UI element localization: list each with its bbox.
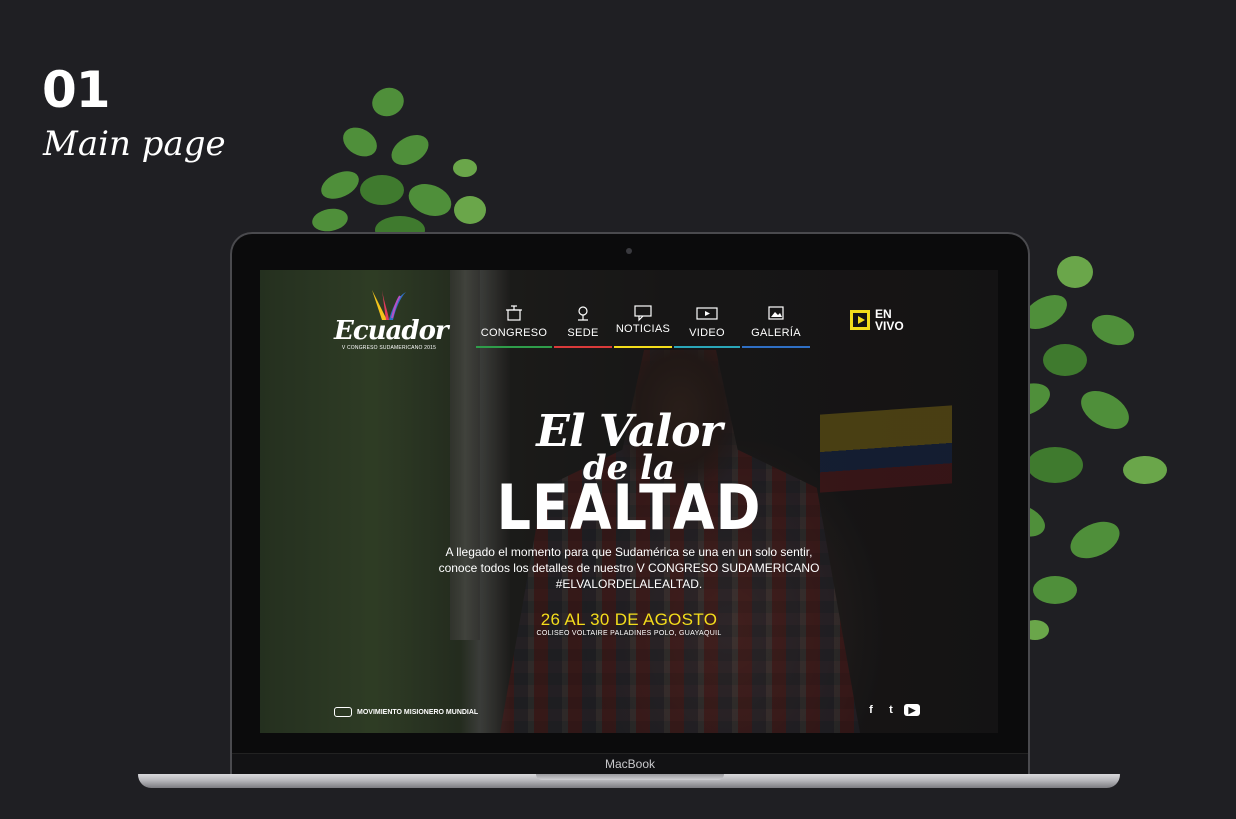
hero-description-line: conoce todos los detalles de nuestro V C… bbox=[438, 561, 820, 575]
nav-item-video[interactable]: VIDEO bbox=[674, 304, 740, 348]
section-number: 01 bbox=[42, 61, 111, 119]
nav-item-noticias[interactable]: NOTICIAS bbox=[614, 304, 672, 348]
logo-wordmark: Ecuador bbox=[334, 316, 449, 346]
nav-item-galeria[interactable]: GALERÍA bbox=[742, 304, 810, 348]
twitter-icon[interactable]: t bbox=[884, 704, 898, 716]
image-icon bbox=[768, 306, 784, 320]
nav-label: SEDE bbox=[567, 327, 599, 339]
section-title: Main page bbox=[43, 124, 226, 164]
laptop-notch bbox=[536, 774, 724, 780]
event-date: 26 AL 30 DE AGOSTO bbox=[540, 610, 718, 629]
hero-title-line3: LEALTAD bbox=[496, 471, 762, 544]
nav-underline bbox=[476, 346, 552, 348]
plant-decoration-top bbox=[312, 87, 486, 244]
nav-label: CONGRESO bbox=[480, 327, 548, 339]
nav-label: VIDEO bbox=[689, 327, 725, 339]
hero-description: A llegado el momento para que Sudamérica… bbox=[420, 544, 838, 592]
live-label: EN VIVO bbox=[875, 308, 925, 332]
nav-item-sede[interactable]: SEDE bbox=[554, 304, 612, 348]
nav-underline bbox=[554, 346, 612, 348]
play-icon bbox=[850, 310, 870, 330]
laptop-brand-label: MacBook bbox=[604, 757, 656, 771]
organization-name: MOVIMIENTO MISIONERO MUNDIAL bbox=[357, 708, 479, 716]
nav-underline bbox=[674, 346, 740, 348]
nav-underline bbox=[614, 346, 672, 348]
event-venue: COLISEO VOLTAIRE PALADINES POLO, GUAYAQU… bbox=[536, 630, 722, 637]
nav-label: GALERÍA bbox=[751, 327, 801, 339]
facebook-icon[interactable]: f bbox=[864, 704, 878, 716]
hero-description-line: #ELVALORDELALEALTAD. bbox=[555, 577, 703, 591]
laptop-camera bbox=[626, 248, 632, 254]
video-camera-icon bbox=[696, 307, 718, 320]
hero-description-line: A llegado el momento para que Sudamérica… bbox=[445, 545, 813, 559]
organization-link[interactable]: MOVIMIENTO MISIONERO MUNDIAL bbox=[334, 707, 478, 717]
site-logo[interactable]: Ecuador V CONGRESO SUDAMERICANO 2015 bbox=[334, 288, 449, 354]
chat-bubble-icon bbox=[634, 305, 652, 322]
nav-label: NOTICIAS bbox=[615, 323, 671, 335]
website-screen: Ecuador V CONGRESO SUDAMERICANO 2015 CON… bbox=[260, 270, 998, 733]
nav-item-congreso[interactable]: CONGRESO bbox=[476, 304, 552, 348]
logo-subtitle: V CONGRESO SUDAMERICANO 2015 bbox=[341, 345, 437, 351]
podium-icon bbox=[506, 305, 522, 321]
nav-underline bbox=[742, 346, 810, 348]
map-pin-icon bbox=[578, 306, 588, 321]
laptop-chin: MacBook bbox=[232, 753, 1028, 775]
live-label-line2: VIVO bbox=[875, 319, 904, 333]
organization-logo-icon bbox=[334, 707, 352, 717]
youtube-icon[interactable]: ▶ bbox=[904, 704, 920, 716]
